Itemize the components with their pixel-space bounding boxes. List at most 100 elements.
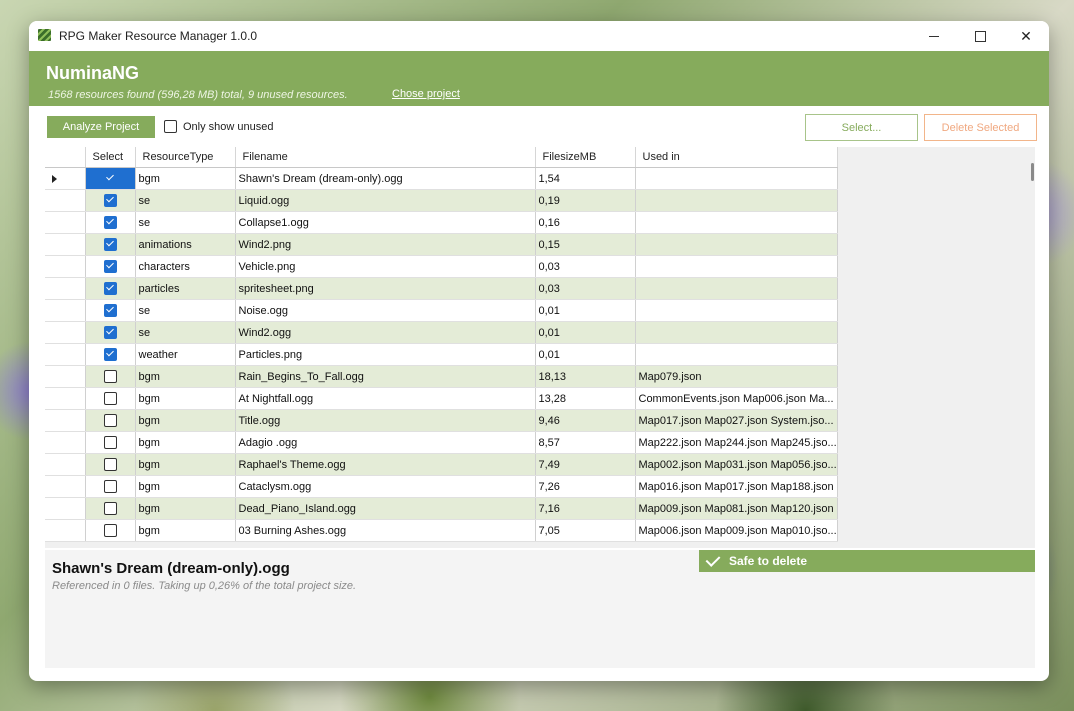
title-bar[interactable]: RPG Maker Resource Manager 1.0.0 ✕ xyxy=(29,21,1049,51)
select-cell[interactable] xyxy=(85,299,136,322)
cell-filename[interactable]: Particles.png xyxy=(235,343,536,366)
cell-used-in[interactable] xyxy=(635,321,838,344)
cell-filename[interactable]: Shawn's Dream (dream-only).ogg xyxy=(235,167,536,190)
cell-resource-type[interactable]: se xyxy=(135,299,236,322)
select-checkbox[interactable] xyxy=(103,172,117,185)
cell-used-in[interactable] xyxy=(635,233,838,256)
select-checkbox[interactable] xyxy=(103,436,117,449)
cell-used-in[interactable]: Map006.json Map009.json Map010.jso... xyxy=(635,519,838,542)
cell-filesize[interactable]: 8,57 xyxy=(535,431,636,454)
cell-resource-type[interactable]: bgm xyxy=(135,431,236,454)
cell-resource-type[interactable]: characters xyxy=(135,255,236,278)
cell-resource-type[interactable]: animations xyxy=(135,233,236,256)
cell-filesize[interactable]: 0,03 xyxy=(535,277,636,300)
cell-used-in[interactable]: Map017.json Map027.json System.jso... xyxy=(635,409,838,432)
cell-filename[interactable]: Raphael's Theme.ogg xyxy=(235,453,536,476)
row-header[interactable] xyxy=(45,277,86,300)
row-header[interactable] xyxy=(45,519,86,542)
cell-filename[interactable]: Adagio .ogg xyxy=(235,431,536,454)
select-cell[interactable] xyxy=(85,189,136,212)
cell-filename[interactable]: 03 Burning Ashes.ogg xyxy=(235,519,536,542)
table-row[interactable]: se Wind2.ogg 0,01 xyxy=(45,321,838,344)
cell-resource-type[interactable]: bgm xyxy=(135,365,236,388)
cell-used-in[interactable] xyxy=(635,277,838,300)
table-row[interactable]: bgm Rain_Begins_To_Fall.ogg 18,13 Map079.js… xyxy=(45,365,838,388)
table-row[interactable]: se Noise.ogg 0,01 xyxy=(45,299,838,322)
select-checkbox[interactable] xyxy=(103,480,117,493)
row-header[interactable] xyxy=(45,453,86,476)
row-header[interactable] xyxy=(45,475,86,498)
table-row[interactable]: bgm 03 Burning Ashes.ogg 7,05 Map006.json M… xyxy=(45,519,838,542)
select-cell[interactable] xyxy=(85,321,136,344)
select-checkbox[interactable] xyxy=(103,282,117,295)
cell-used-in[interactable]: Map079.json xyxy=(635,365,838,388)
select-checkbox[interactable] xyxy=(103,458,117,471)
cell-filename[interactable]: Rain_Begins_To_Fall.ogg xyxy=(235,365,536,388)
cell-filename[interactable]: Liquid.ogg xyxy=(235,189,536,212)
cell-resource-type[interactable]: se xyxy=(135,189,236,212)
table-row[interactable]: characters Vehicle.png 0,03 xyxy=(45,255,838,278)
select-checkbox[interactable] xyxy=(103,304,117,317)
select-cell[interactable] xyxy=(85,365,136,388)
select-checkbox[interactable] xyxy=(103,348,117,361)
row-header[interactable] xyxy=(45,365,86,388)
cell-resource-type[interactable]: se xyxy=(135,321,236,344)
select-cell[interactable] xyxy=(85,277,136,300)
cell-used-in[interactable]: Map009.json Map081.json Map120.json xyxy=(635,497,838,520)
select-cell[interactable] xyxy=(85,431,136,454)
row-header[interactable] xyxy=(45,167,86,190)
column-header-resource-type[interactable]: ResourceType xyxy=(135,147,236,168)
cell-filename[interactable]: Vehicle.png xyxy=(235,255,536,278)
cell-used-in[interactable]: Map222.json Map244.json Map245.jso... xyxy=(635,431,838,454)
cell-filesize[interactable]: 1,54 xyxy=(535,167,636,190)
select-cell[interactable] xyxy=(85,497,136,520)
grid-scrollbar[interactable] xyxy=(1031,147,1035,548)
select-checkbox[interactable] xyxy=(103,502,117,515)
row-header[interactable] xyxy=(45,189,86,212)
select-button[interactable]: Select... xyxy=(805,114,918,141)
cell-resource-type[interactable]: se xyxy=(135,211,236,234)
cell-resource-type[interactable]: bgm xyxy=(135,167,236,190)
cell-filename[interactable]: Collapse1.ogg xyxy=(235,211,536,234)
cell-filesize[interactable]: 7,16 xyxy=(535,497,636,520)
cell-used-in[interactable] xyxy=(635,255,838,278)
cell-used-in[interactable] xyxy=(635,211,838,234)
column-header-used-in[interactable]: Used in xyxy=(635,147,838,168)
delete-selected-button[interactable]: Delete Selected xyxy=(924,114,1037,141)
cell-resource-type[interactable]: bgm xyxy=(135,453,236,476)
row-header[interactable] xyxy=(45,409,86,432)
cell-filesize[interactable]: 7,49 xyxy=(535,453,636,476)
select-cell[interactable] xyxy=(85,409,136,432)
row-header[interactable] xyxy=(45,211,86,234)
table-row[interactable]: bgm Cataclysm.ogg 7,26 Map016.json Map017.j… xyxy=(45,475,838,498)
cell-filesize[interactable]: 7,05 xyxy=(535,519,636,542)
cell-resource-type[interactable]: particles xyxy=(135,277,236,300)
cell-filename[interactable]: spritesheet.png xyxy=(235,277,536,300)
cell-filename[interactable]: Cataclysm.ogg xyxy=(235,475,536,498)
cell-filename[interactable]: At Nightfall.ogg xyxy=(235,387,536,410)
cell-filesize[interactable]: 9,46 xyxy=(535,409,636,432)
row-header[interactable] xyxy=(45,321,86,344)
cell-filesize[interactable]: 0,01 xyxy=(535,299,636,322)
cell-resource-type[interactable]: bgm xyxy=(135,497,236,520)
select-checkbox[interactable] xyxy=(103,238,117,251)
select-checkbox[interactable] xyxy=(103,194,117,207)
checkbox-box[interactable] xyxy=(164,120,177,133)
row-header[interactable] xyxy=(45,233,86,256)
cell-used-in[interactable] xyxy=(635,299,838,322)
cell-resource-type[interactable]: bgm xyxy=(135,475,236,498)
resource-grid[interactable]: Select ResourceType Filename FilesizeMB … xyxy=(45,147,1035,548)
table-row[interactable]: bgm At Nightfall.ogg 13,28 CommonEvents.jso… xyxy=(45,387,838,410)
minimize-button[interactable] xyxy=(911,21,957,51)
select-checkbox[interactable] xyxy=(103,260,117,273)
cell-resource-type[interactable]: weather xyxy=(135,343,236,366)
cell-used-in[interactable]: CommonEvents.json Map006.json Ma... xyxy=(635,387,838,410)
cell-filesize[interactable]: 0,19 xyxy=(535,189,636,212)
select-cell[interactable] xyxy=(85,343,136,366)
close-button[interactable]: ✕ xyxy=(1003,21,1049,51)
cell-filesize[interactable]: 0,01 xyxy=(535,343,636,366)
row-header[interactable] xyxy=(45,255,86,278)
cell-filename[interactable]: Dead_Piano_Island.ogg xyxy=(235,497,536,520)
maximize-button[interactable] xyxy=(957,21,1003,51)
select-cell[interactable] xyxy=(85,233,136,256)
